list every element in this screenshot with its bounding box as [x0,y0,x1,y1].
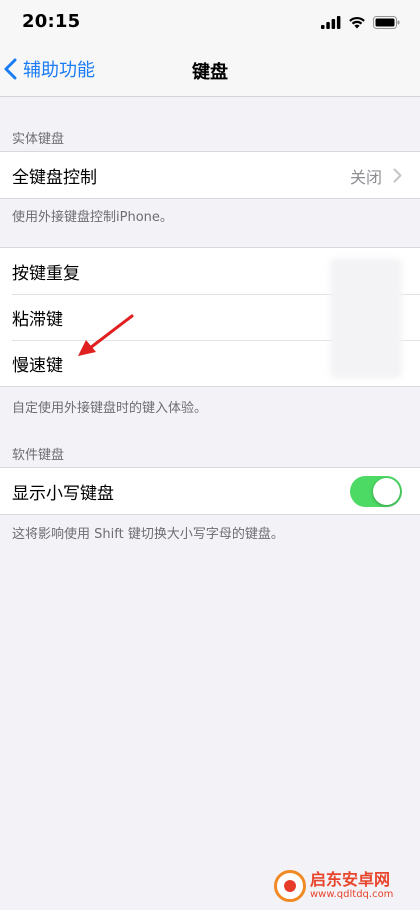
row-label: 按键重复 [12,263,80,284]
wifi-icon [348,14,366,33]
row-show-lowercase-keys: 显示小写键盘 [0,468,420,514]
toggle-knob [373,478,400,505]
watermark-main: 启东安卓网 [310,870,391,889]
watermark-url: www.qdltdq.com [310,889,394,900]
row-label: 粘滞键 [12,309,63,330]
lowercase-keys-toggle[interactable] [350,476,402,507]
row-label: 显示小写键盘 [12,483,114,504]
row-value-off: 关闭 [349,168,382,187]
row-full-keyboard-access[interactable]: 全键盘控制 关闭 [0,152,420,198]
watermark-logo-icon [274,870,306,902]
watermark: 启东安卓网 www.qdltdq.com [274,868,414,904]
watermark-text: 启东安卓网 www.qdltdq.com [310,872,393,900]
navigation-bar: 辅助功能 键盘 [0,46,420,97]
group-software-keyboard: 显示小写键盘 [0,467,420,515]
group-physical-keyboard: 全键盘控制 关闭 [0,151,420,199]
section-footer-physical-keyboard: 使用外接键盘控制iPhone。 [12,210,173,225]
section-header-physical-keyboard: 实体键盘 [12,132,65,147]
status-bar: 20:15 [0,0,420,46]
chevron-right-icon [393,168,402,183]
page-title: 键盘 [192,62,228,83]
battery-icon [373,14,400,33]
row-label: 慢速键 [12,355,63,376]
status-icons [321,14,400,33]
status-time: 20:15 [22,11,81,32]
row-label: 全键盘控制 [12,167,97,188]
cellular-signal-icon [321,14,341,33]
section-footer-key-options: 自定使用外接键盘时的键入体验。 [12,401,208,416]
section-header-software-keyboard: 软件键盘 [12,448,65,463]
section-footer-software-keyboard: 这将影响使用 Shift 键切换大小写字母的键盘。 [12,527,284,542]
red-arrow-annotation [78,314,134,356]
blurred-region [330,258,402,378]
